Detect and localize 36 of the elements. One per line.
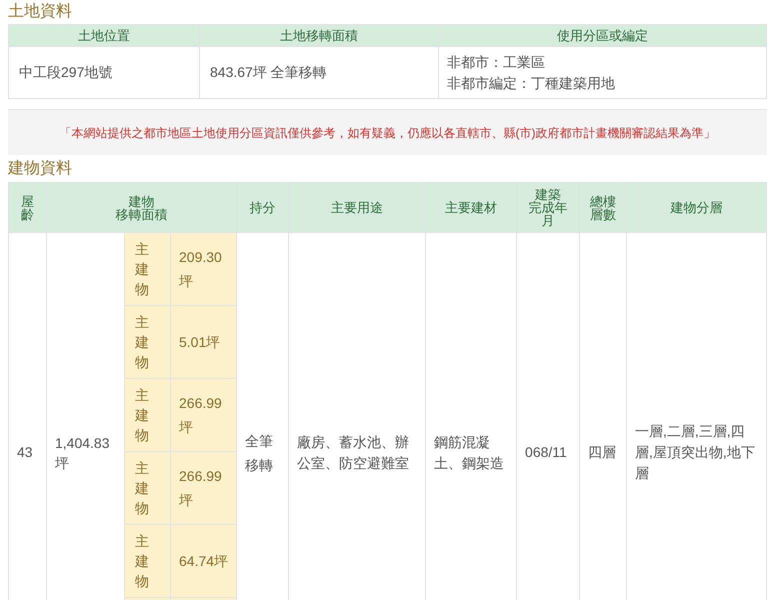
table-cell-text: 主建物 (135, 313, 149, 372)
column-header: 土地位置 (78, 28, 130, 43)
column-header: 建物 移轉面積 (116, 194, 168, 222)
column-header: 主要用途 (331, 200, 384, 215)
column-header: 土地移轉面積 (280, 28, 358, 43)
table-cell: 843.67坪 全筆移轉 (210, 64, 327, 80)
table-cell-text: 主建物 (135, 386, 149, 445)
column-header: 持分 (250, 200, 276, 215)
table-cell: 266.99坪 (179, 395, 222, 435)
table-cell: 非都市編定：丁種建築用地 (447, 74, 615, 90)
column-header: 使用分區或編定 (557, 28, 648, 43)
table-cell: 266.99坪 (179, 468, 222, 508)
table-cell-text: 主建物 (135, 532, 149, 591)
table-cell: 廠房、蓄水池、辦公室、防空避難室 (297, 434, 410, 470)
table-cell: 5.01坪 (179, 334, 220, 350)
table-cell: 64.74坪 (179, 553, 228, 569)
section-title: 建物資料 (8, 158, 73, 179)
table-cell: 43 (17, 444, 33, 460)
column-header: 屋 齡 (21, 194, 34, 222)
table-cell: 209.30坪 (179, 249, 222, 289)
table-cell: 一層,二層,三層,四層,屋頂突出物,地下層 (635, 423, 755, 481)
column-header: 建物分層 (670, 200, 723, 215)
table-cell: 068/11 (525, 444, 567, 460)
section-title: 土地資料 (8, 2, 73, 22)
table-cell-text: 主建物 (135, 240, 149, 299)
column-header: 主要建材 (445, 200, 498, 215)
table-cell: 鋼筋混凝土、鋼架造 (434, 434, 504, 470)
table-cell-text: 主建物 (135, 459, 149, 518)
column-header: 總樓 層數 (590, 194, 616, 222)
notice-text: 「本網站提供之都市地區土地使用分區資訊僅供參考，如有疑義，仍應以各直轄市、縣(市)政府都市計畫機關審認結果為準」 (60, 124, 716, 142)
table-cell: 中工段297地號 (19, 64, 112, 80)
table-cell: 非都市：工業區 (447, 54, 545, 70)
column-header: 建築 完成年 月 (528, 187, 568, 228)
table-cell: 1,404.83坪 (55, 434, 110, 470)
table-cell: 四層 (588, 444, 616, 460)
table-cell: 全筆移轉 (245, 432, 274, 472)
